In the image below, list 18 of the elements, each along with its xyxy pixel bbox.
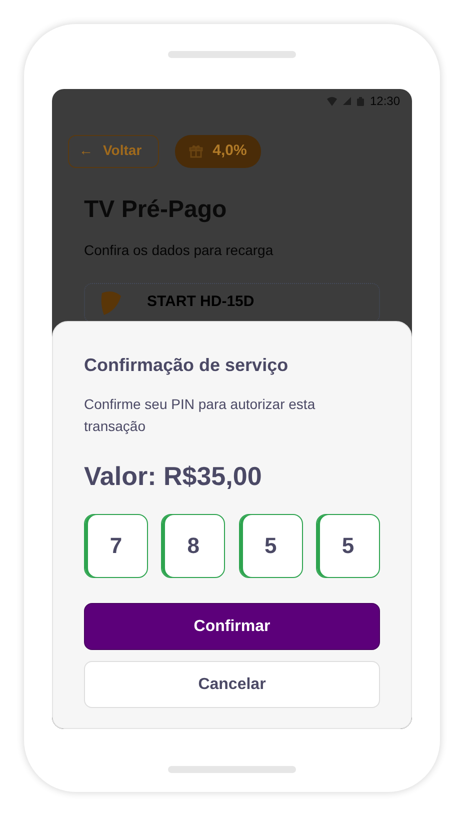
pin-digit-field[interactable]: 8 [161,514,226,578]
pin-digit-field[interactable]: 5 [238,514,303,578]
product-name: START HD-15D [147,292,254,312]
pin-digit-field[interactable]: 7 [84,514,148,578]
signal-icon [342,97,351,105]
pin-digit-field[interactable]: 5 [316,514,380,578]
cashback-rate: 4,0% [212,141,247,161]
sheet-description: Confirme seu PIN para autorizar esta transação [84,395,316,436]
amount-text: Valor: R$35,00 [84,460,263,493]
page-subtitle: Confira os dados para recarga [84,240,274,260]
gift-icon [188,144,203,158]
sheet-title: Confirmação de serviço [84,354,290,377]
operator-logo-icon [99,290,123,316]
status-time: 12:30 [370,93,400,110]
confirm-button[interactable]: Confirmar [84,603,380,650]
battery-icon [356,96,364,106]
wifi-icon [326,96,337,106]
cancel-button[interactable]: Cancelar [84,661,380,708]
